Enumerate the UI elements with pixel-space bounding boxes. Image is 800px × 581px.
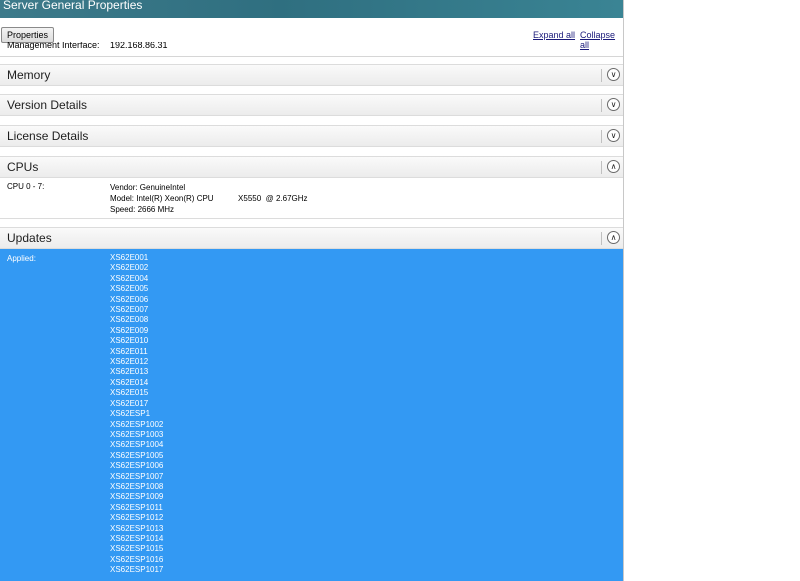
chevron-down-icon[interactable]: ∨ bbox=[607, 129, 620, 142]
section-memory-header[interactable]: Memory ∨ bbox=[0, 64, 623, 86]
cpu-vendor: Vendor: GenuineIntel bbox=[110, 183, 186, 192]
update-item: XS62ESP1005 bbox=[110, 450, 164, 460]
toolbar: Properties Expand all Collapse all bbox=[0, 18, 623, 50]
update-item: XS62E004 bbox=[110, 273, 149, 283]
section-cpus-title: CPUs bbox=[7, 160, 39, 174]
update-item: XS62E005 bbox=[110, 284, 149, 294]
section-separator bbox=[601, 69, 602, 82]
update-item: XS62E011 bbox=[110, 346, 148, 356]
cpu-speed: Speed: 2666 MHz bbox=[110, 205, 175, 214]
update-item: XS62E017 bbox=[110, 398, 149, 408]
update-item: XS62E001 bbox=[110, 253, 149, 262]
section-updates-header[interactable]: Updates ∧ bbox=[0, 227, 623, 249]
update-item: XS62E006 bbox=[110, 294, 149, 304]
update-item: XS62E009 bbox=[110, 325, 149, 335]
section-license-details-title: License Details bbox=[7, 129, 89, 143]
server-general-properties-panel: Server General Properties Properties Exp… bbox=[0, 0, 624, 581]
section-separator bbox=[601, 130, 602, 143]
update-item: XS62ESP1004 bbox=[110, 440, 164, 450]
update-item: XS62E015 bbox=[110, 388, 149, 398]
section-memory-title: Memory bbox=[7, 68, 51, 82]
update-item: XS62ESP1016 bbox=[110, 554, 164, 564]
section-updates-title: Updates bbox=[7, 231, 52, 245]
applied-label: Applied: bbox=[7, 254, 36, 263]
section-separator bbox=[601, 161, 602, 174]
applied-updates-list: XS62E001 XS62E002 XS62E004 XS62E005 XS62E006… bbox=[110, 253, 163, 576]
cpu-range-label: CPU 0 - 7: bbox=[7, 182, 45, 191]
update-item: XS62E002 bbox=[110, 263, 149, 273]
update-item: XS62E013 bbox=[110, 367, 149, 377]
expand-all-link[interactable]: Expand all bbox=[533, 30, 575, 40]
update-item: XS62E012 bbox=[110, 357, 149, 367]
update-item: XS62ESP1002 bbox=[110, 419, 164, 429]
chevron-down-icon[interactable]: ∨ bbox=[607, 68, 620, 81]
update-item: XS62ESP1003 bbox=[110, 429, 164, 439]
cpus-content: CPU 0 - 7: Vendor: GenuineIntel Model: I… bbox=[0, 178, 623, 219]
section-version-details-header[interactable]: Version Details ∨ bbox=[0, 94, 623, 116]
update-item: XS62E010 bbox=[110, 336, 149, 346]
section-cpus-header[interactable]: CPUs ∧ bbox=[0, 156, 623, 178]
chevron-up-icon[interactable]: ∧ bbox=[607, 231, 620, 244]
update-item: XS62ESP1009 bbox=[110, 492, 164, 502]
chevron-down-icon[interactable]: ∨ bbox=[607, 98, 620, 111]
update-item: XS62ESP1008 bbox=[110, 481, 164, 491]
management-interface-label: Management Interface: bbox=[7, 42, 100, 50]
updates-content[interactable]: Applied: XS62E001 XS62E002 XS62E004 XS62E00… bbox=[0, 249, 623, 581]
update-item: XS62ESP1017 bbox=[110, 565, 164, 575]
update-item: XS62E007 bbox=[110, 305, 149, 315]
update-item: XS62E008 bbox=[110, 315, 149, 325]
update-item: XS62ESP1 bbox=[110, 409, 151, 419]
update-item: XS62ESP1015 bbox=[110, 544, 164, 554]
cpu-details: Vendor: GenuineIntel Model: Intel(R) Xeo… bbox=[110, 182, 308, 215]
update-item: XS62ESP1012 bbox=[110, 513, 164, 523]
update-item: XS62ESP1013 bbox=[110, 523, 164, 533]
window-title: Server General Properties bbox=[0, 0, 623, 18]
update-item: XS62E014 bbox=[110, 377, 149, 387]
update-item: XS62ESP1014 bbox=[110, 533, 164, 543]
section-separator bbox=[601, 99, 602, 112]
management-interface-value: 192.168.86.31 bbox=[110, 42, 168, 50]
update-item: XS62ESP1011 bbox=[110, 502, 163, 512]
chevron-up-icon[interactable]: ∧ bbox=[607, 160, 620, 173]
management-interface-row: Management Interface: 192.168.86.31 bbox=[0, 42, 623, 57]
section-separator bbox=[601, 232, 602, 245]
section-version-details-title: Version Details bbox=[7, 98, 88, 112]
properties-button[interactable]: Properties bbox=[1, 27, 55, 43]
update-item: XS62ESP1006 bbox=[110, 461, 164, 471]
section-license-details-header[interactable]: License Details ∨ bbox=[0, 125, 623, 147]
update-item: XS62ESP1007 bbox=[110, 471, 164, 481]
cpu-model: Model: Intel(R) Xeon(R) CPU X5550 @ 2.67… bbox=[110, 194, 308, 203]
